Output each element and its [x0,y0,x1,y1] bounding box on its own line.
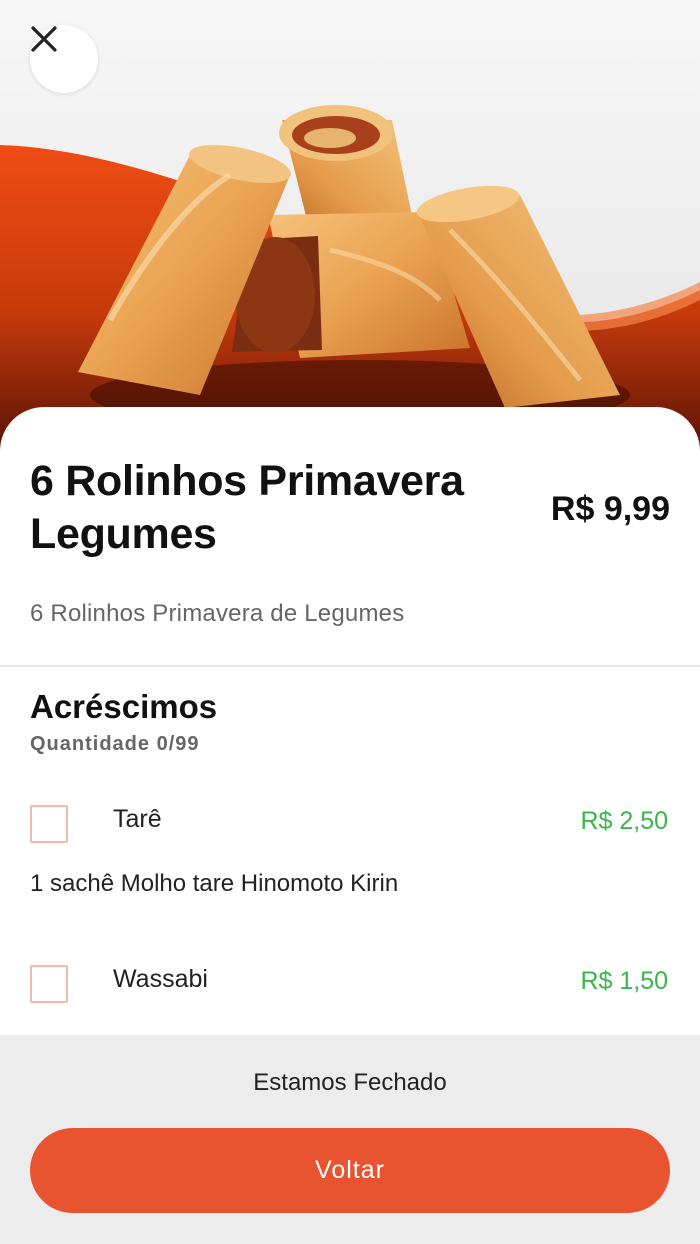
spring-rolls-illustration [0,105,700,450]
addons-quantity-label: Quantidade 0/99 [30,733,200,755]
footer-bar: Estamos Fechado Voltar [0,1035,700,1244]
addon-checkbox[interactable] [30,965,68,1003]
product-title: 6 Rolinhos Primavera Legumes [30,457,464,558]
addon-checkbox[interactable] [30,805,68,843]
divider [0,665,700,667]
addon-description: 1 sachê Molho tare Hinomoto Kirin [30,870,399,897]
back-button[interactable]: Voltar [30,1128,670,1213]
product-detail-page: 6 Rolinhos Primavera Legumes R$ 9,99 6 R… [0,0,700,1244]
addon-price: R$ 2,50 [580,807,668,835]
addon-name: Wassabi [113,965,208,993]
addons-section-title: Acréscimos [30,688,218,725]
product-image [0,0,700,450]
store-status-text: Estamos Fechado [253,1069,447,1096]
product-description: 6 Rolinhos Primavera de Legumes [30,600,405,627]
product-price: R$ 9,99 [550,490,670,528]
addon-name: Tarê [113,805,162,833]
addon-price: R$ 1,50 [580,967,668,995]
close-button[interactable] [30,25,98,93]
